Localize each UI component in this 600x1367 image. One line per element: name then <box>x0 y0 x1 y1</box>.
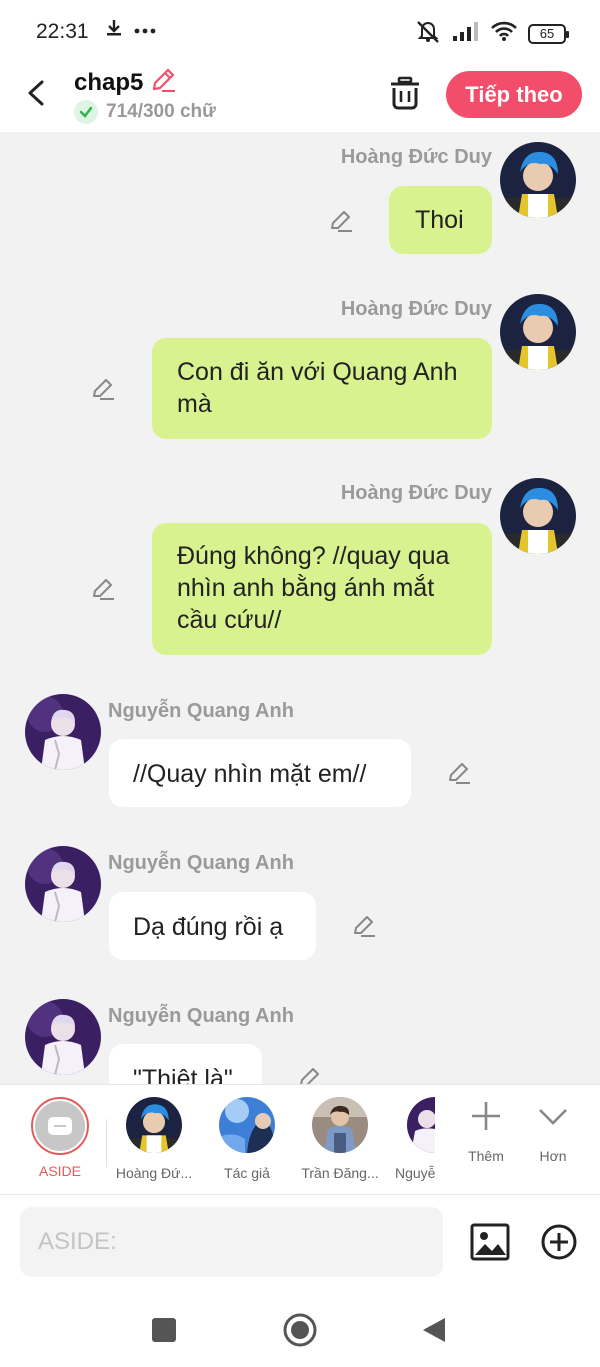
avatar[interactable] <box>500 294 576 370</box>
avatar[interactable] <box>25 694 101 770</box>
message-bubble[interactable]: Đúng không? //quay qua nhìn anh bằng ánh… <box>152 523 492 655</box>
square-icon <box>152 1318 176 1342</box>
message-bubble[interactable]: //Quay nhìn mặt em// <box>109 739 411 807</box>
message-bubble[interactable]: Dạ đúng rồi ạ <box>109 892 316 960</box>
more-label: Thêm <box>468 1148 504 1164</box>
back-nav-button[interactable] <box>414 1310 454 1350</box>
chapter-title: chap5 <box>74 68 144 96</box>
character-selector: ASIDE Hoàng Đứ... Tác giả Trần Đăng... N… <box>0 1084 600 1194</box>
avatar <box>312 1097 368 1153</box>
chat-message: Hoàng Đức Duy Đúng không? //quay qua nhì… <box>0 468 600 668</box>
edit-message-icon[interactable] <box>90 376 116 402</box>
status-time: 22:31 <box>36 20 89 43</box>
signal-icon <box>452 20 480 47</box>
character-label: Nguyễ <box>395 1165 435 1181</box>
title-row: chap5 <box>74 66 177 99</box>
aside-icon <box>35 1101 85 1151</box>
message-text: "Thiệt là" <box>133 1065 233 1084</box>
battery-indicator: 65 <box>528 23 569 44</box>
check-icon <box>74 100 98 124</box>
word-count: 714/300 chữ <box>106 101 216 122</box>
edit-message-icon[interactable] <box>297 1065 323 1084</box>
word-count-row: 714/300 chữ <box>74 100 216 124</box>
avatar[interactable] <box>500 142 576 218</box>
mute-icon <box>414 18 442 49</box>
plus-circle-icon <box>541 1224 577 1260</box>
aside-avatar <box>31 1097 89 1155</box>
message-text: Con đi ăn với Quang Anh mà <box>177 358 458 418</box>
divider <box>106 1119 107 1167</box>
chat-message: Nguyễn Quang Anh //Quay nhìn mặt em// <box>0 684 600 814</box>
avatar <box>407 1097 435 1153</box>
character-aside[interactable]: ASIDE <box>20 1097 100 1179</box>
more-characters-button[interactable]: Thêm <box>456 1099 516 1164</box>
message-author: Hoàng Đức Duy <box>340 146 492 168</box>
message-text: Đúng không? //quay qua nhìn anh bằng ánh… <box>177 542 450 634</box>
more-dots-icon <box>134 22 156 40</box>
message-author: Nguyễn Quang Anh <box>108 700 294 722</box>
message-author: Hoàng Đức Duy <box>340 298 492 320</box>
wifi-icon <box>490 20 518 47</box>
chat-message: Nguyễn Quang Anh Dạ đúng rồi ạ <box>0 836 600 966</box>
message-text: Thoi <box>415 206 464 234</box>
chevron-left-icon <box>28 80 44 106</box>
chat-area[interactable]: Hoàng Đức Duy Thoi Hoàng Đức Duy Con đi … <box>0 132 600 1084</box>
chat-message: Nguyễn Quang Anh "Thiệt là" <box>0 989 600 1084</box>
home-circle-icon <box>283 1313 317 1347</box>
character-author[interactable]: Tác giả <box>207 1097 287 1181</box>
triangle-back-icon <box>423 1318 445 1342</box>
chat-message: Hoàng Đức Duy Con đi ăn với Quang Anh mà <box>0 284 600 454</box>
avatar[interactable] <box>500 478 576 554</box>
chevron-down-icon <box>539 1109 567 1125</box>
editor-header: chap5 714/300 chữ Tiếp theo <box>0 62 600 132</box>
message-input[interactable] <box>20 1207 443 1277</box>
character-label: Tác giả <box>224 1165 270 1181</box>
edit-message-icon[interactable] <box>328 208 354 234</box>
message-text: Dạ đúng rồi ạ <box>133 913 284 941</box>
edit-message-icon[interactable] <box>351 913 377 939</box>
avatar <box>219 1097 275 1153</box>
character-nguyen[interactable]: Nguyễ <box>393 1097 435 1181</box>
message-text: //Quay nhìn mặt em// <box>133 760 367 788</box>
message-bubble[interactable]: Thoi <box>389 186 492 254</box>
input-bar <box>0 1194 600 1292</box>
next-button[interactable]: Tiếp theo <box>446 71 582 118</box>
recents-button[interactable] <box>144 1310 184 1350</box>
status-right-icons: 65 <box>414 18 569 49</box>
image-icon <box>470 1223 510 1261</box>
character-label: Hoàng Đứ... <box>115 1165 193 1181</box>
status-left-icons <box>104 18 156 43</box>
trash-icon <box>391 76 419 110</box>
system-nav-bar <box>0 1292 600 1367</box>
edit-message-icon[interactable] <box>446 760 472 786</box>
message-author: Nguyễn Quang Anh <box>108 1005 294 1027</box>
message-author: Hoàng Đức Duy <box>340 482 492 504</box>
insert-image-button[interactable] <box>470 1223 510 1261</box>
message-author: Nguyễn Quang Anh <box>108 852 294 874</box>
plus-icon <box>472 1102 500 1130</box>
character-hoang-duc-duy[interactable]: Hoàng Đứ... <box>114 1097 194 1181</box>
avatar[interactable] <box>25 846 101 922</box>
edit-message-icon[interactable] <box>90 576 116 602</box>
chat-message: Hoàng Đức Duy Thoi <box>0 132 600 262</box>
download-icon <box>104 18 124 43</box>
avatar <box>126 1097 182 1153</box>
add-button[interactable] <box>540 1223 578 1261</box>
back-button[interactable] <box>20 76 54 110</box>
status-bar: 22:31 65 <box>0 0 600 62</box>
message-bubble[interactable]: Con đi ăn với Quang Anh mà <box>152 338 492 439</box>
character-label: Trần Đăng... <box>301 1165 379 1181</box>
home-button[interactable] <box>280 1310 320 1350</box>
expand-button[interactable]: Hơn <box>523 1099 583 1164</box>
message-bubble[interactable]: "Thiệt là" <box>109 1044 262 1084</box>
delete-button[interactable] <box>386 74 424 112</box>
avatar[interactable] <box>25 999 101 1075</box>
character-tran-dang[interactable]: Trần Đăng... <box>300 1097 380 1181</box>
expand-label: Hơn <box>539 1148 567 1164</box>
character-label: ASIDE <box>38 1163 81 1179</box>
edit-title-icon[interactable] <box>149 66 177 99</box>
